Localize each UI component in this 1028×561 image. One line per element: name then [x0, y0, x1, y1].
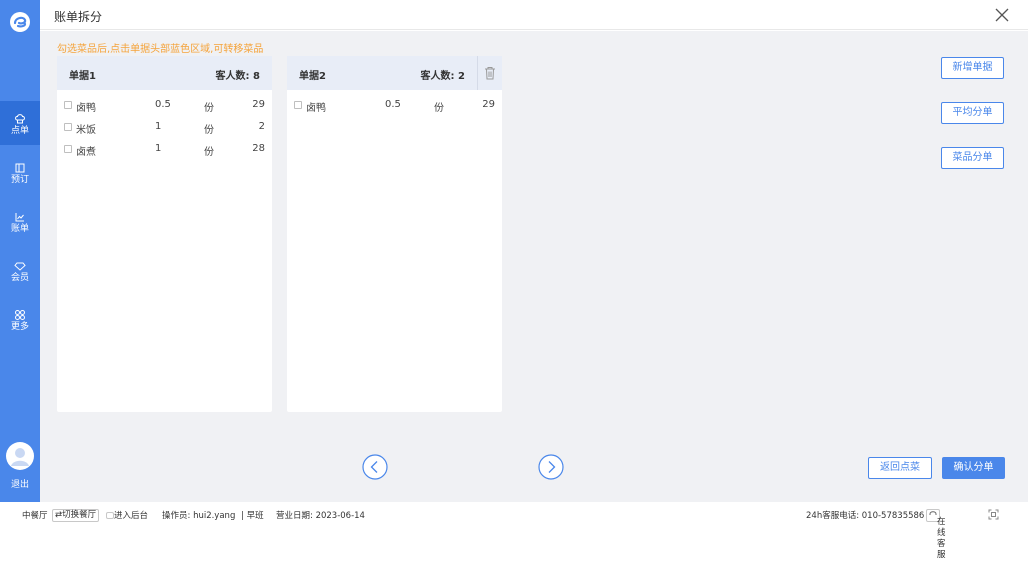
item-checkbox[interactable]	[64, 101, 72, 109]
sidebar-item-bill[interactable]: 账单	[0, 199, 40, 243]
window-icon	[106, 512, 114, 519]
bill-panel: 单据2 客人数: 2 卤鸭 0.5 份 29	[287, 56, 502, 412]
app-logo-icon[interactable]	[9, 11, 31, 33]
status-bar: 中餐厅 ⇄切换餐厅 进入后台 操作员: hui2.yang | 早班 营业日期:…	[0, 502, 1028, 560]
sidebar-item-label: 会员	[10, 273, 29, 283]
dialog-header: 账单拆分	[40, 0, 1028, 30]
average-split-button[interactable]: 平均分单	[941, 102, 1004, 124]
sidebar-item-label: 点单	[10, 126, 29, 136]
confirm-split-button[interactable]: 确认分单	[942, 457, 1005, 479]
item-name: 卤鸭	[306, 103, 326, 114]
page-title: 账单拆分	[54, 10, 103, 24]
item-name: 卤煮	[76, 147, 96, 158]
item-qty: 0.5	[155, 99, 171, 110]
item-price: 2	[258, 121, 265, 132]
avatar[interactable]	[6, 442, 34, 470]
hint-text: 勾选菜品后,点击单据头部蓝色区域,可转移菜品	[57, 44, 264, 55]
dish-split-button[interactable]: 菜品分单	[941, 147, 1004, 169]
sidebar: 点单 预订 账单 会员 更多 退出	[0, 0, 40, 502]
fullscreen-icon[interactable]	[988, 509, 999, 520]
grid-icon	[15, 310, 25, 320]
business-date: 营业日期: 2023-06-14	[276, 511, 365, 521]
trash-icon	[485, 67, 495, 80]
item-unit: 份	[434, 103, 444, 114]
item-unit: 份	[204, 125, 214, 136]
list-item[interactable]: 卤鸭 0.5 份 29	[57, 94, 272, 116]
online-service-button[interactable]: 在线客服	[926, 509, 946, 560]
bill-name: 单据1	[69, 71, 96, 82]
operator: 操作员: hui2.yang	[162, 511, 236, 521]
book-icon	[15, 163, 25, 173]
add-bill-button[interactable]: 新增单据	[941, 57, 1004, 79]
user-icon	[11, 448, 29, 466]
diamond-icon	[14, 262, 26, 271]
headset-icon	[929, 511, 937, 515]
bill-header[interactable]: 单据1 客人数: 8	[57, 56, 272, 90]
sidebar-item-order[interactable]: 点单	[0, 101, 40, 145]
chart-icon	[15, 213, 24, 222]
item-price: 29	[252, 99, 265, 110]
hotline: 24h客服电话: 010-57835586	[806, 511, 925, 521]
close-icon[interactable]	[994, 7, 1010, 23]
chef-hat-icon	[15, 114, 25, 124]
item-qty: 1	[155, 143, 162, 154]
sidebar-item-label: 预订	[10, 175, 29, 185]
hall-name: 中餐厅	[22, 511, 48, 521]
list-item[interactable]: 卤鸭 0.5 份 29	[287, 94, 502, 116]
sidebar-item-reservation[interactable]: 预订	[0, 150, 40, 194]
next-page-icon[interactable]	[538, 454, 564, 480]
bill-header[interactable]: 单据2 客人数: 2	[287, 56, 502, 90]
item-name: 米饭	[76, 125, 96, 136]
prev-page-icon[interactable]	[362, 454, 388, 480]
bill-panel: 单据1 客人数: 8 卤鸭 0.5 份 29 米饭 1 份 2 卤煮 1 份 2…	[57, 56, 272, 412]
back-to-order-button[interactable]: 返回点菜	[868, 457, 932, 479]
item-checkbox[interactable]	[64, 145, 72, 153]
item-unit: 份	[204, 147, 214, 158]
bill-name: 单据2	[299, 71, 326, 82]
logout-button[interactable]: 退出	[0, 477, 40, 490]
online-service-label: 在线客服	[937, 517, 946, 560]
backend-entry[interactable]: 进入后台	[106, 509, 148, 521]
item-price: 29	[482, 99, 495, 110]
sidebar-item-label: 账单	[10, 224, 29, 234]
item-qty: 0.5	[385, 99, 401, 110]
sidebar-item-member[interactable]: 会员	[0, 248, 40, 292]
split-workspace: 勾选菜品后,点击单据头部蓝色区域,可转移菜品 单据1 客人数: 8 卤鸭 0.5…	[40, 31, 1028, 502]
delete-bill-button[interactable]	[477, 56, 502, 90]
shift: | 早班	[241, 511, 264, 521]
item-unit: 份	[204, 103, 214, 114]
sidebar-item-more[interactable]: 更多	[0, 297, 40, 341]
item-name: 卤鸭	[76, 103, 96, 114]
item-checkbox[interactable]	[64, 123, 72, 131]
sidebar-item-label: 更多	[10, 322, 29, 332]
list-item[interactable]: 卤煮 1 份 28	[57, 138, 272, 160]
list-item[interactable]: 米饭 1 份 2	[57, 116, 272, 138]
item-qty: 1	[155, 121, 162, 132]
guest-count: 客人数: 2	[420, 71, 465, 82]
enter-backend-label: 进入后台	[114, 511, 149, 521]
item-checkbox[interactable]	[294, 101, 302, 109]
guest-count: 客人数: 8	[215, 71, 260, 82]
switch-hall-button[interactable]: ⇄切换餐厅	[52, 509, 100, 522]
item-price: 28	[252, 143, 265, 154]
